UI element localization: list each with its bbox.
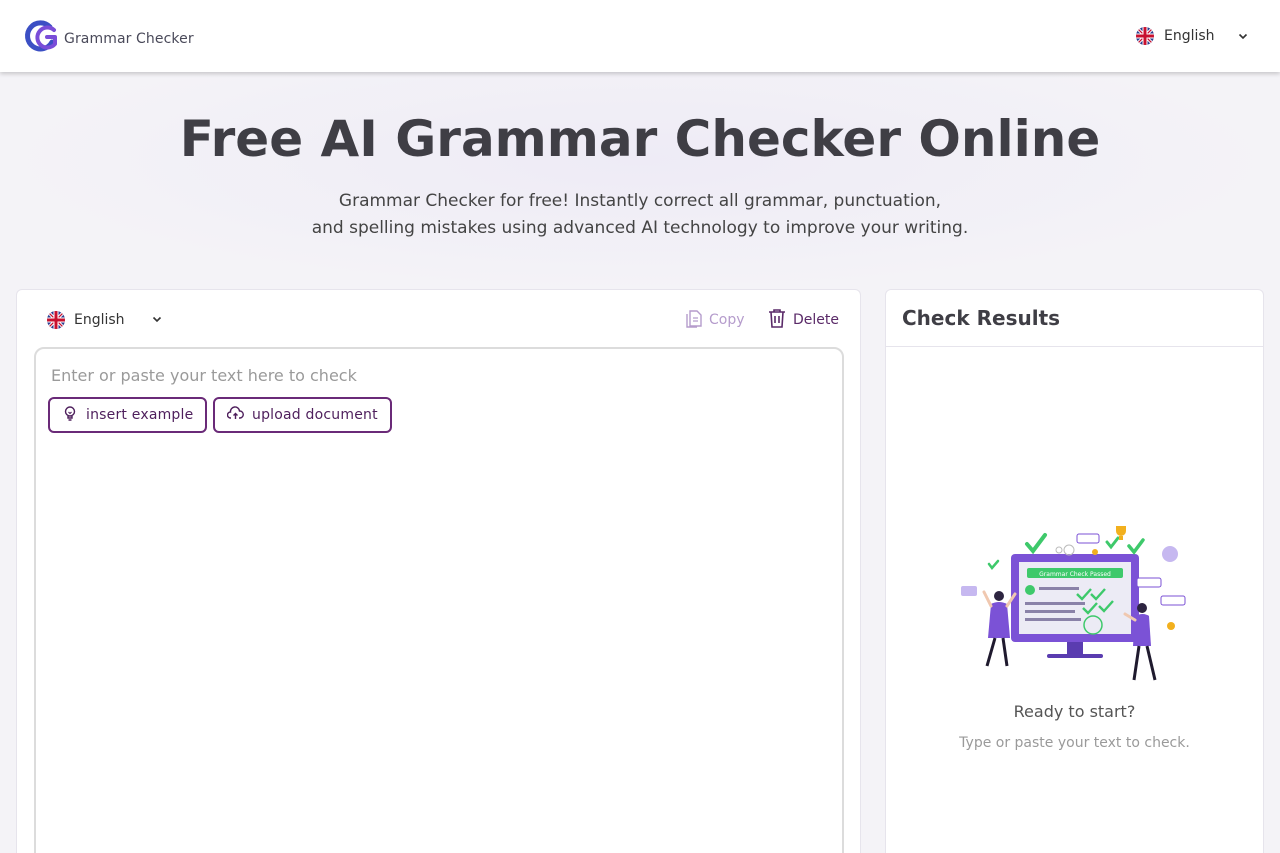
upload-document-label: upload document [252,407,378,423]
results-divider [886,346,1263,347]
page-title: Free AI Grammar Checker Online [179,110,1101,168]
insert-example-label: insert example [86,407,194,423]
editor-language-selector[interactable]: English [47,310,163,329]
text-input-area[interactable]: Enter or paste your text here to check i… [34,347,844,853]
upload-document-button[interactable]: upload document [213,397,392,433]
delete-label: Delete [793,312,839,328]
results-title: Check Results [902,306,1061,330]
editor-panel: English Copy Delete Enter or paste your … [16,289,861,853]
illustration-banner-text: Grammar Check Passed [1039,571,1111,578]
hero-background [0,72,1280,292]
cloud-upload-icon [226,406,244,424]
page-subtitle: Grammar Checker for free! Instantly corr… [0,188,1280,242]
copy-label: Copy [709,312,745,328]
logo-text: Grammar Checker [64,31,194,47]
language-selector[interactable]: English [1136,26,1249,46]
ready-to-start-text: Ready to start? [1013,702,1136,721]
trash-icon [767,308,787,332]
uk-flag-icon [1136,27,1154,45]
chevron-down-icon [1237,27,1249,46]
results-hint-text: Type or paste your text to check. [959,735,1190,751]
insert-example-button[interactable]: insert example [48,397,208,433]
subtitle-line-2: and spelling mistakes using advanced AI … [311,218,969,238]
results-panel: Check Results Grammar Check Passed Ready… [885,289,1264,853]
copy-icon [685,308,703,332]
copy-button[interactable]: Copy [685,308,745,332]
editor-language-label: English [74,311,125,328]
uk-flag-icon [47,310,65,329]
chevron-down-icon [151,310,163,329]
top-navbar: Grammar Checker English [0,0,1280,72]
text-input-placeholder: Enter or paste your text here to check [51,366,357,385]
delete-button[interactable]: Delete [767,308,839,332]
subtitle-line-1: Grammar Checker for free! Instantly corr… [338,191,942,211]
language-label: English [1164,28,1215,44]
lightbulb-icon [62,405,78,425]
grammar-check-illustration: Grammar Check Passed [959,524,1189,690]
g-logo-icon [24,20,60,58]
site-logo[interactable]: Grammar Checker [24,20,194,58]
